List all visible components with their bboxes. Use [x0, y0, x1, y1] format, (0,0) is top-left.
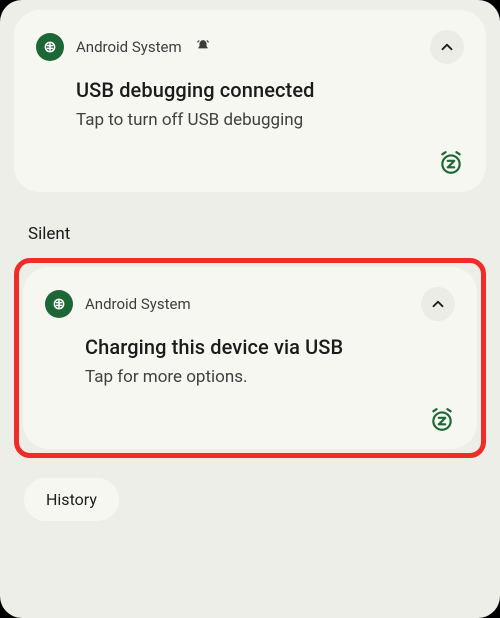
snooze-row: [36, 150, 464, 176]
notification-header: Android System: [36, 30, 464, 64]
snooze-button[interactable]: [438, 150, 464, 176]
notification-header: Android System: [45, 287, 455, 321]
notification-body: USB debugging connected Tap to turn off …: [36, 64, 464, 130]
bell-icon: [196, 38, 210, 57]
alarm-z-icon: [429, 407, 455, 433]
app-name: Android System: [76, 38, 182, 56]
highlight-annotation: Android System Charging this device via …: [14, 258, 486, 458]
snooze-button[interactable]: [429, 407, 455, 433]
android-system-icon: [36, 33, 64, 61]
section-label-silent: Silent: [28, 224, 486, 244]
notification-card[interactable]: Android System USB debugging connected T…: [14, 10, 486, 192]
collapse-button[interactable]: [421, 287, 455, 321]
collapse-button[interactable]: [430, 30, 464, 64]
notification-text: Tap for more options.: [85, 367, 455, 387]
history-row: History: [14, 478, 486, 521]
chevron-up-icon: [429, 295, 447, 313]
notification-title: USB debugging connected: [76, 78, 464, 102]
android-system-icon: [45, 290, 73, 318]
snooze-row: [45, 407, 455, 433]
alarm-z-icon: [438, 150, 464, 176]
chevron-up-icon: [438, 38, 456, 56]
notification-title: Charging this device via USB: [85, 335, 455, 359]
notification-text: Tap to turn off USB debugging: [76, 110, 464, 130]
notification-shade: Android System USB debugging connected T…: [0, 0, 500, 618]
notification-card[interactable]: Android System Charging this device via …: [23, 267, 477, 449]
notification-body: Charging this device via USB Tap for mor…: [45, 321, 455, 387]
history-button[interactable]: History: [24, 478, 119, 521]
app-name: Android System: [85, 295, 191, 313]
